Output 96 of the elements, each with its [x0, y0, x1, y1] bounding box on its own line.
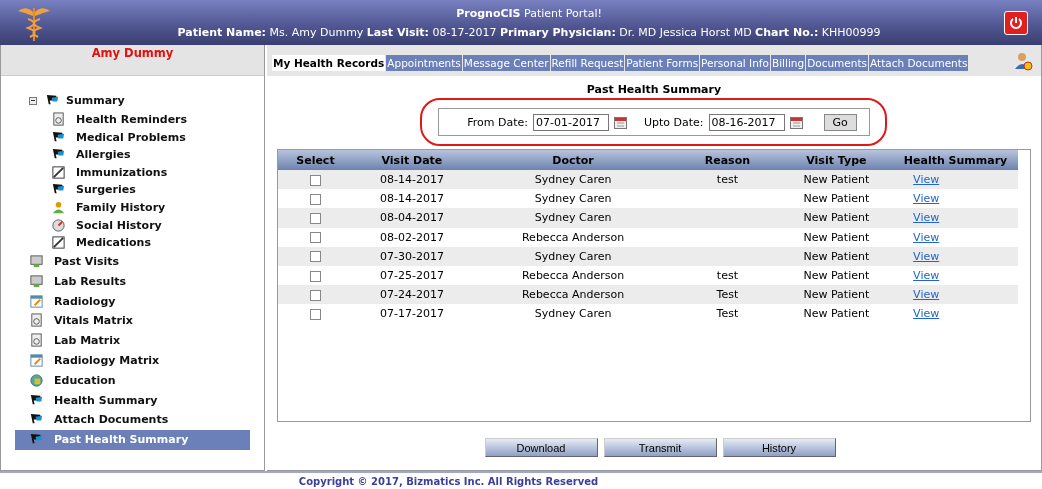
calendar-icon[interactable] [789, 116, 803, 129]
power-icon[interactable] [1004, 10, 1028, 35]
column-header: Doctor [470, 150, 676, 170]
row-checkbox[interactable] [309, 232, 321, 244]
table-cell: Sydney Caren [534, 249, 612, 263]
column-header: Visit Type [779, 150, 894, 170]
sidebar-item[interactable]: Lab Matrix [15, 330, 250, 351]
column-header: Select [278, 150, 353, 170]
view-link[interactable]: View [913, 307, 940, 321]
column-header: Health Summary [893, 150, 1018, 170]
table-cell: 07-30-2017 [379, 249, 444, 263]
view-link[interactable]: View [913, 249, 940, 263]
view-link[interactable]: View [913, 230, 940, 244]
table-cell: New Patient [803, 307, 870, 321]
table-cell: New Patient [803, 211, 870, 225]
sidebar-item[interactable]: Summary [15, 91, 250, 111]
table-cell: 07-25-2017 [379, 269, 444, 283]
table-cell: Rebecca Anderson [521, 288, 625, 302]
row-checkbox[interactable] [309, 174, 321, 186]
view-link[interactable]: View [913, 173, 940, 187]
action-button[interactable]: Download [484, 438, 598, 457]
view-link[interactable]: View [913, 192, 940, 206]
tab[interactable]: Attach Documents [869, 55, 969, 71]
portal-title: PrognoCIS Patient Portal! [456, 6, 602, 20]
tab[interactable]: Appointments [386, 55, 462, 71]
table-cell: Rebecca Anderson [521, 230, 625, 244]
row-checkbox[interactable] [309, 270, 321, 282]
table-cell: 08-02-2017 [379, 230, 444, 244]
copyright-text: Copyright © 2017, Bizmatics Inc. All Rights Reserved [297, 475, 600, 487]
sidebar-item[interactable]: Radiology [15, 291, 250, 311]
upto-date-field[interactable]: 08-16-2017 [708, 114, 785, 131]
calendar-icon[interactable] [613, 116, 627, 129]
table-cell: New Patient [803, 249, 870, 263]
sidebar-item[interactable]: Attach Documents [15, 409, 250, 430]
table-cell: Sydney Caren [534, 307, 612, 321]
row-checkbox[interactable] [309, 289, 321, 301]
row-checkbox[interactable] [309, 251, 321, 263]
table-cell: Test [716, 307, 739, 321]
patient-info: Patient Name: Ms. Amy Dummy Last Visit: 08-17-2017 Primary Physician: Dr. MD Jessica Horst MD Chart No.: KHH00999 [177, 25, 881, 39]
from-date-field[interactable]: 07-01-2017 [532, 114, 609, 131]
view-link[interactable]: View [913, 211, 940, 225]
row-checkbox[interactable] [309, 308, 321, 320]
sidebar-item[interactable]: Past Visits [15, 251, 250, 272]
table-cell: 08-14-2017 [379, 192, 444, 206]
view-link[interactable]: View [913, 269, 940, 283]
table-cell: Sydney Caren [534, 211, 612, 225]
sidebar-item[interactable]: Radiology Matrix [15, 350, 250, 371]
sidebar-item[interactable]: Social History [15, 216, 250, 234]
sidebar-item[interactable]: Education [15, 370, 250, 391]
table-cell: Sydney Caren [534, 192, 612, 206]
table-cell: 07-24-2017 [379, 288, 444, 302]
sidebar-item[interactable]: Medications [15, 233, 250, 252]
sidebar-item[interactable]: Lab Results [15, 271, 250, 292]
table-cell: New Patient [803, 230, 870, 244]
row-checkbox[interactable] [309, 212, 321, 224]
table-cell: test [716, 269, 738, 283]
tab[interactable]: Patient Forms [625, 55, 700, 71]
user-settings-icon[interactable] [1013, 51, 1033, 71]
upto-date-label: Upto Date: [643, 116, 704, 129]
sidebar-item[interactable]: Surgeries [15, 181, 250, 199]
table-cell: Sydney Caren [534, 173, 612, 187]
sidebar-item[interactable]: Past Health Summary [15, 429, 250, 450]
section-title: Past Health Summary [586, 83, 722, 96]
tab[interactable]: Refill Request [550, 55, 625, 71]
sidebar-item[interactable]: Vitals Matrix [15, 310, 250, 331]
table-cell: New Patient [803, 192, 870, 206]
sidebar-item[interactable]: Health Summary [15, 390, 250, 410]
tab[interactable]: Personal Info [700, 55, 770, 71]
table-cell: Rebecca Anderson [521, 269, 625, 283]
tab[interactable]: My Health Records [272, 55, 386, 71]
sidebar-item[interactable]: Family History [15, 198, 250, 217]
table-cell: 08-04-2017 [379, 211, 444, 225]
action-button[interactable]: Transmit [603, 438, 717, 457]
column-header: Reason [675, 150, 780, 170]
collapse-toggle-icon[interactable] [29, 96, 37, 105]
row-checkbox[interactable] [309, 193, 321, 205]
sidebar-item[interactable]: Health Reminders [15, 110, 250, 129]
column-header: Visit Date [352, 150, 471, 170]
table-cell: 08-14-2017 [379, 173, 444, 187]
table-cell: New Patient [803, 173, 870, 187]
from-date-label: From Date: [467, 116, 528, 129]
sidebar-item[interactable]: Immunizations [15, 163, 250, 182]
tab[interactable]: Documents [806, 55, 869, 71]
action-button[interactable]: History [722, 438, 836, 457]
table-cell: New Patient [803, 288, 870, 302]
view-link[interactable]: View [913, 288, 940, 302]
table-cell: test [716, 173, 738, 187]
table-cell: 07-17-2017 [379, 307, 444, 321]
tab[interactable]: Message Center [462, 55, 550, 71]
patient-name: Amy Dummy [1, 45, 264, 76]
tab[interactable]: Billing [770, 55, 806, 71]
table-cell: New Patient [803, 269, 870, 283]
sidebar-item[interactable]: Medical Problems [15, 128, 250, 146]
table-cell: Test [716, 288, 739, 302]
sidebar-item[interactable]: Allergies [15, 146, 250, 164]
go-button[interactable]: Go [823, 114, 857, 131]
